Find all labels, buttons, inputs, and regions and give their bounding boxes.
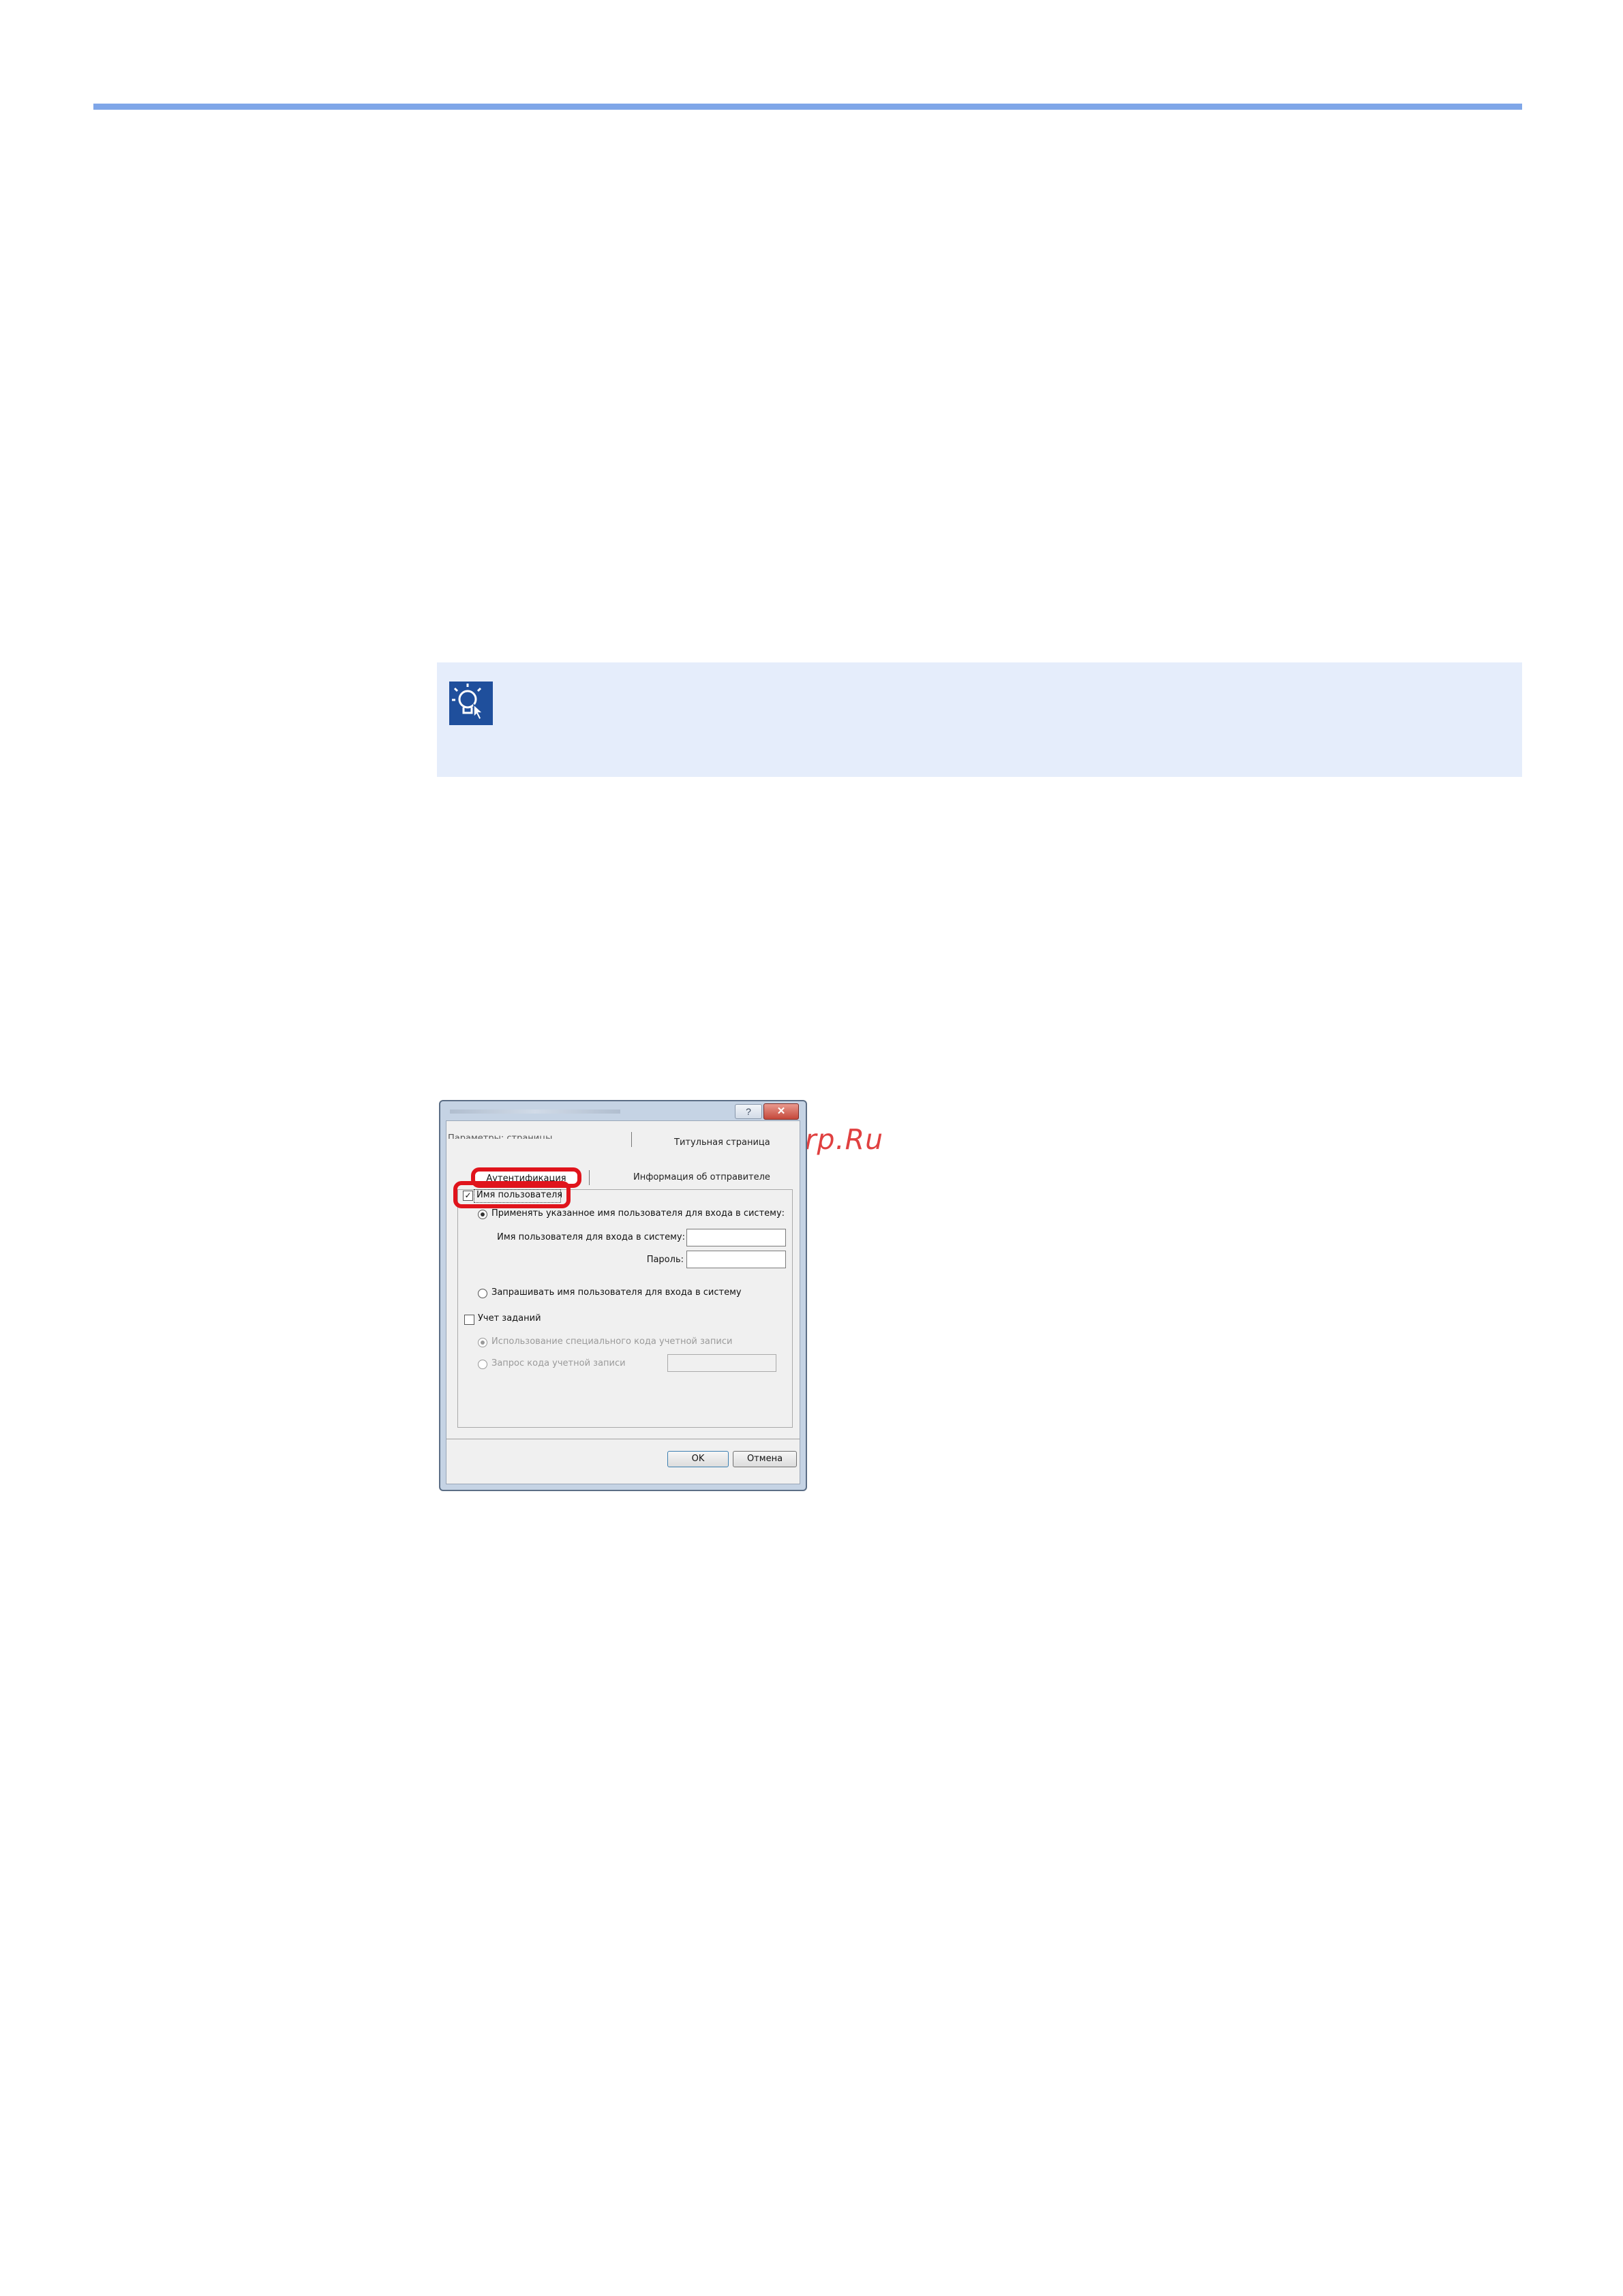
- close-icon: ✕: [776, 1105, 786, 1117]
- login-name-input[interactable]: [686, 1229, 786, 1246]
- ok-button[interactable]: OK: [667, 1451, 729, 1467]
- radio-use-specified-name-label: Применять указанное имя пользователя для…: [491, 1208, 785, 1219]
- help-button[interactable]: ?: [735, 1104, 762, 1119]
- tab-separator: [589, 1170, 590, 1185]
- note-box: [437, 662, 1522, 777]
- radio-prompt-account-code[interactable]: [478, 1360, 487, 1369]
- job-accounting-checkbox[interactable]: [464, 1315, 474, 1325]
- radio-dot: [481, 1212, 485, 1216]
- job-accounting-label: Учет заданий: [478, 1313, 541, 1323]
- radio-prompt-user-name-label: Запрашивать имя пользователя для входа в…: [491, 1287, 742, 1298]
- print-settings-dialog: ? ✕ Параметры: страницы Титульная страни…: [439, 1100, 807, 1491]
- radio-prompt-account-code-label: Запрос кода учетной записи: [491, 1358, 626, 1368]
- password-label: Пароль:: [646, 1255, 684, 1265]
- radio-prompt-user-name[interactable]: [478, 1289, 487, 1298]
- user-name-checkbox[interactable]: ✓: [463, 1191, 473, 1201]
- user-name-checkbox-label: Имя пользователя: [476, 1190, 563, 1200]
- account-code-input[interactable]: [667, 1354, 776, 1372]
- dialog-titlebar: ? ✕: [440, 1101, 806, 1120]
- tab-title-page[interactable]: Титульная страница: [674, 1137, 770, 1148]
- dialog-client-area: Параметры: страницы Титульная страница А…: [446, 1120, 800, 1484]
- tab-page-settings[interactable]: Параметры: страницы: [448, 1132, 552, 1139]
- header-rule: [93, 104, 1522, 110]
- help-icon: ?: [746, 1106, 751, 1117]
- close-button[interactable]: ✕: [763, 1103, 799, 1120]
- lightbulb-hint-icon: [449, 682, 493, 725]
- password-input[interactable]: [686, 1251, 786, 1268]
- radio-use-specified-name[interactable]: [478, 1210, 487, 1219]
- login-name-label: Имя пользователя для входа в систему:: [497, 1232, 685, 1242]
- radio-use-account-code[interactable]: [478, 1338, 487, 1347]
- tab-sender-info[interactable]: Информация об отправителе: [633, 1172, 770, 1182]
- authentication-panel: [457, 1189, 793, 1428]
- dialog-title-blurred: [450, 1109, 620, 1114]
- cancel-button[interactable]: Отмена: [733, 1451, 797, 1467]
- radio-use-account-code-label: Использование специального кода учетной …: [491, 1336, 733, 1347]
- radio-dot: [481, 1341, 485, 1345]
- tab-separator: [631, 1132, 632, 1147]
